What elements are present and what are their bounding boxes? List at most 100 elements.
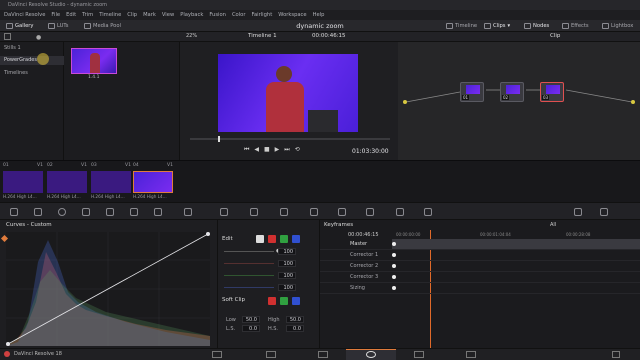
clip-02[interactable]: 02 V1 H.264 High L4... (46, 163, 88, 201)
blur-icon[interactable] (310, 208, 318, 216)
color-wheels-icon[interactable] (58, 208, 66, 216)
menu-fusion[interactable]: Fusion (209, 12, 226, 18)
channel-r-button[interactable] (268, 235, 276, 243)
menu-mark[interactable]: Mark (143, 12, 156, 18)
channel-y-button[interactable] (256, 235, 264, 243)
media-pool-button[interactable]: Media Pool (84, 20, 121, 32)
node-03[interactable]: 03 (540, 82, 564, 102)
keyframes-filter[interactable]: All (550, 222, 556, 228)
color-match-icon[interactable] (34, 208, 42, 216)
3d-icon[interactable] (396, 208, 404, 216)
green-slider[interactable] (224, 275, 274, 276)
menu-davinci[interactable]: DaVinci Resolve (4, 12, 45, 18)
menu-timeline[interactable]: Timeline (99, 12, 121, 18)
scrubber-track[interactable] (190, 138, 390, 140)
magic-mask-icon[interactable] (280, 208, 288, 216)
menu-workspace[interactable]: Workspace (278, 12, 306, 18)
nodes-button[interactable]: Nodes (524, 20, 549, 32)
rgb-mixer-icon[interactable] (82, 208, 90, 216)
sizing-icon[interactable] (366, 208, 374, 216)
red-value[interactable]: 100 (278, 260, 296, 267)
red-slider[interactable] (224, 263, 274, 264)
keyframe-dot[interactable] (392, 264, 396, 268)
effects-label: Effects (571, 23, 589, 29)
channel-b-button[interactable] (292, 235, 300, 243)
softclip-b-button[interactable] (292, 297, 300, 305)
gallery-item-stills[interactable]: Stills 1 (4, 44, 21, 53)
menu-edit[interactable]: Edit (66, 12, 76, 18)
keyframe-row-corrector-1[interactable]: Corrector 1 (320, 250, 640, 261)
cut-page-icon[interactable] (266, 351, 276, 358)
camera-raw-icon[interactable] (10, 208, 18, 216)
keyframes-icon[interactable] (600, 208, 608, 216)
timeline-select[interactable]: Timeline 1 (248, 33, 277, 39)
video-frame[interactable] (218, 54, 358, 132)
menu-clip[interactable]: Clip (127, 12, 137, 18)
tracker-icon[interactable] (250, 208, 258, 216)
channel-g-button[interactable] (280, 235, 288, 243)
key-icon[interactable] (338, 208, 346, 216)
keyframe-row-master[interactable]: Master (320, 239, 392, 250)
fusion-page-icon[interactable] (318, 351, 328, 358)
low-value[interactable]: 50.0 (242, 316, 260, 323)
node-01[interactable]: 01 (460, 82, 484, 102)
keyframes-title: Keyframes (324, 222, 354, 228)
qualifier-icon[interactable] (184, 208, 192, 216)
curves-icon[interactable] (130, 208, 138, 216)
softclip-g-button[interactable] (280, 297, 288, 305)
panel-toggle-icon[interactable] (4, 33, 11, 40)
luma-slider[interactable] (224, 251, 274, 252)
home-icon[interactable] (612, 351, 620, 358)
curves-graph[interactable] (6, 232, 210, 346)
clip-01[interactable]: 01 V1 H.264 High L4... (2, 163, 44, 201)
luts-button[interactable]: LUTs (48, 20, 68, 32)
timeline-button[interactable]: Timeline (446, 20, 477, 32)
hs-value[interactable]: 0.0 (286, 325, 304, 332)
clips-button[interactable]: Clips ▾ (484, 20, 510, 32)
menu-color[interactable]: Color (232, 12, 246, 18)
transport-controls[interactable]: ⏮◀■▶⏭⟲ (244, 146, 305, 154)
luma-value[interactable]: 100 (278, 248, 296, 255)
scopes-icon[interactable] (424, 208, 432, 216)
keyframe-dot[interactable] (392, 275, 396, 279)
node-02[interactable]: 02 (500, 82, 524, 102)
effects-button[interactable]: Effects (562, 20, 589, 32)
blue-slider[interactable] (224, 287, 274, 288)
menu-help[interactable]: Help (313, 12, 325, 18)
keyframe-row-corrector-3[interactable]: Corrector 3 (320, 272, 640, 283)
keyframe-row-sizing[interactable]: Sizing (320, 283, 640, 294)
color-warper-icon[interactable] (154, 208, 162, 216)
gallery-button[interactable]: Gallery (6, 20, 33, 32)
keyframe-dot[interactable] (392, 286, 396, 290)
ls-value[interactable]: 0.0 (242, 325, 260, 332)
menu-view[interactable]: View (162, 12, 174, 18)
keyframe-dot[interactable] (392, 242, 396, 246)
still-thumbnail[interactable] (71, 48, 117, 74)
info-icon[interactable] (574, 208, 582, 216)
motion-effects-icon[interactable] (106, 208, 114, 216)
clip-track: V1 (125, 163, 131, 168)
menu-playback[interactable]: Playback (180, 12, 203, 18)
high-value[interactable]: 50.0 (286, 316, 304, 323)
menu-file[interactable]: File (51, 12, 60, 18)
lightbox-button[interactable]: Lightbox (602, 20, 633, 32)
fairlight-page-icon[interactable] (414, 351, 424, 358)
zoom-select[interactable]: 22% (186, 33, 197, 39)
gallery-sidebar: Stills 1 PowerGrades Timelines (0, 42, 64, 160)
gallery-item-powergrades[interactable]: PowerGrades (0, 56, 64, 65)
menu-trim[interactable]: Trim (82, 12, 93, 18)
green-value[interactable]: 100 (278, 272, 296, 279)
clip-04[interactable]: 04 V1 H.264 High L4... (132, 163, 174, 201)
gallery-item-timelines[interactable]: Timelines (4, 69, 28, 78)
clip-03[interactable]: 03 V1 H.264 High L4... (90, 163, 132, 201)
media-page-icon[interactable] (212, 351, 222, 358)
menu-fairlight[interactable]: Fairlight (251, 12, 272, 18)
keyframe-dot[interactable] (392, 253, 396, 257)
softclip-r-button[interactable] (268, 297, 276, 305)
blue-value[interactable]: 100 (278, 284, 296, 291)
deliver-page-icon[interactable] (466, 351, 476, 358)
window-icon[interactable] (220, 208, 228, 216)
keyframe-row-corrector-2[interactable]: Corrector 2 (320, 261, 640, 272)
clip-mode-select[interactable]: Clip (550, 33, 560, 39)
scrubber-handle[interactable] (218, 136, 220, 142)
